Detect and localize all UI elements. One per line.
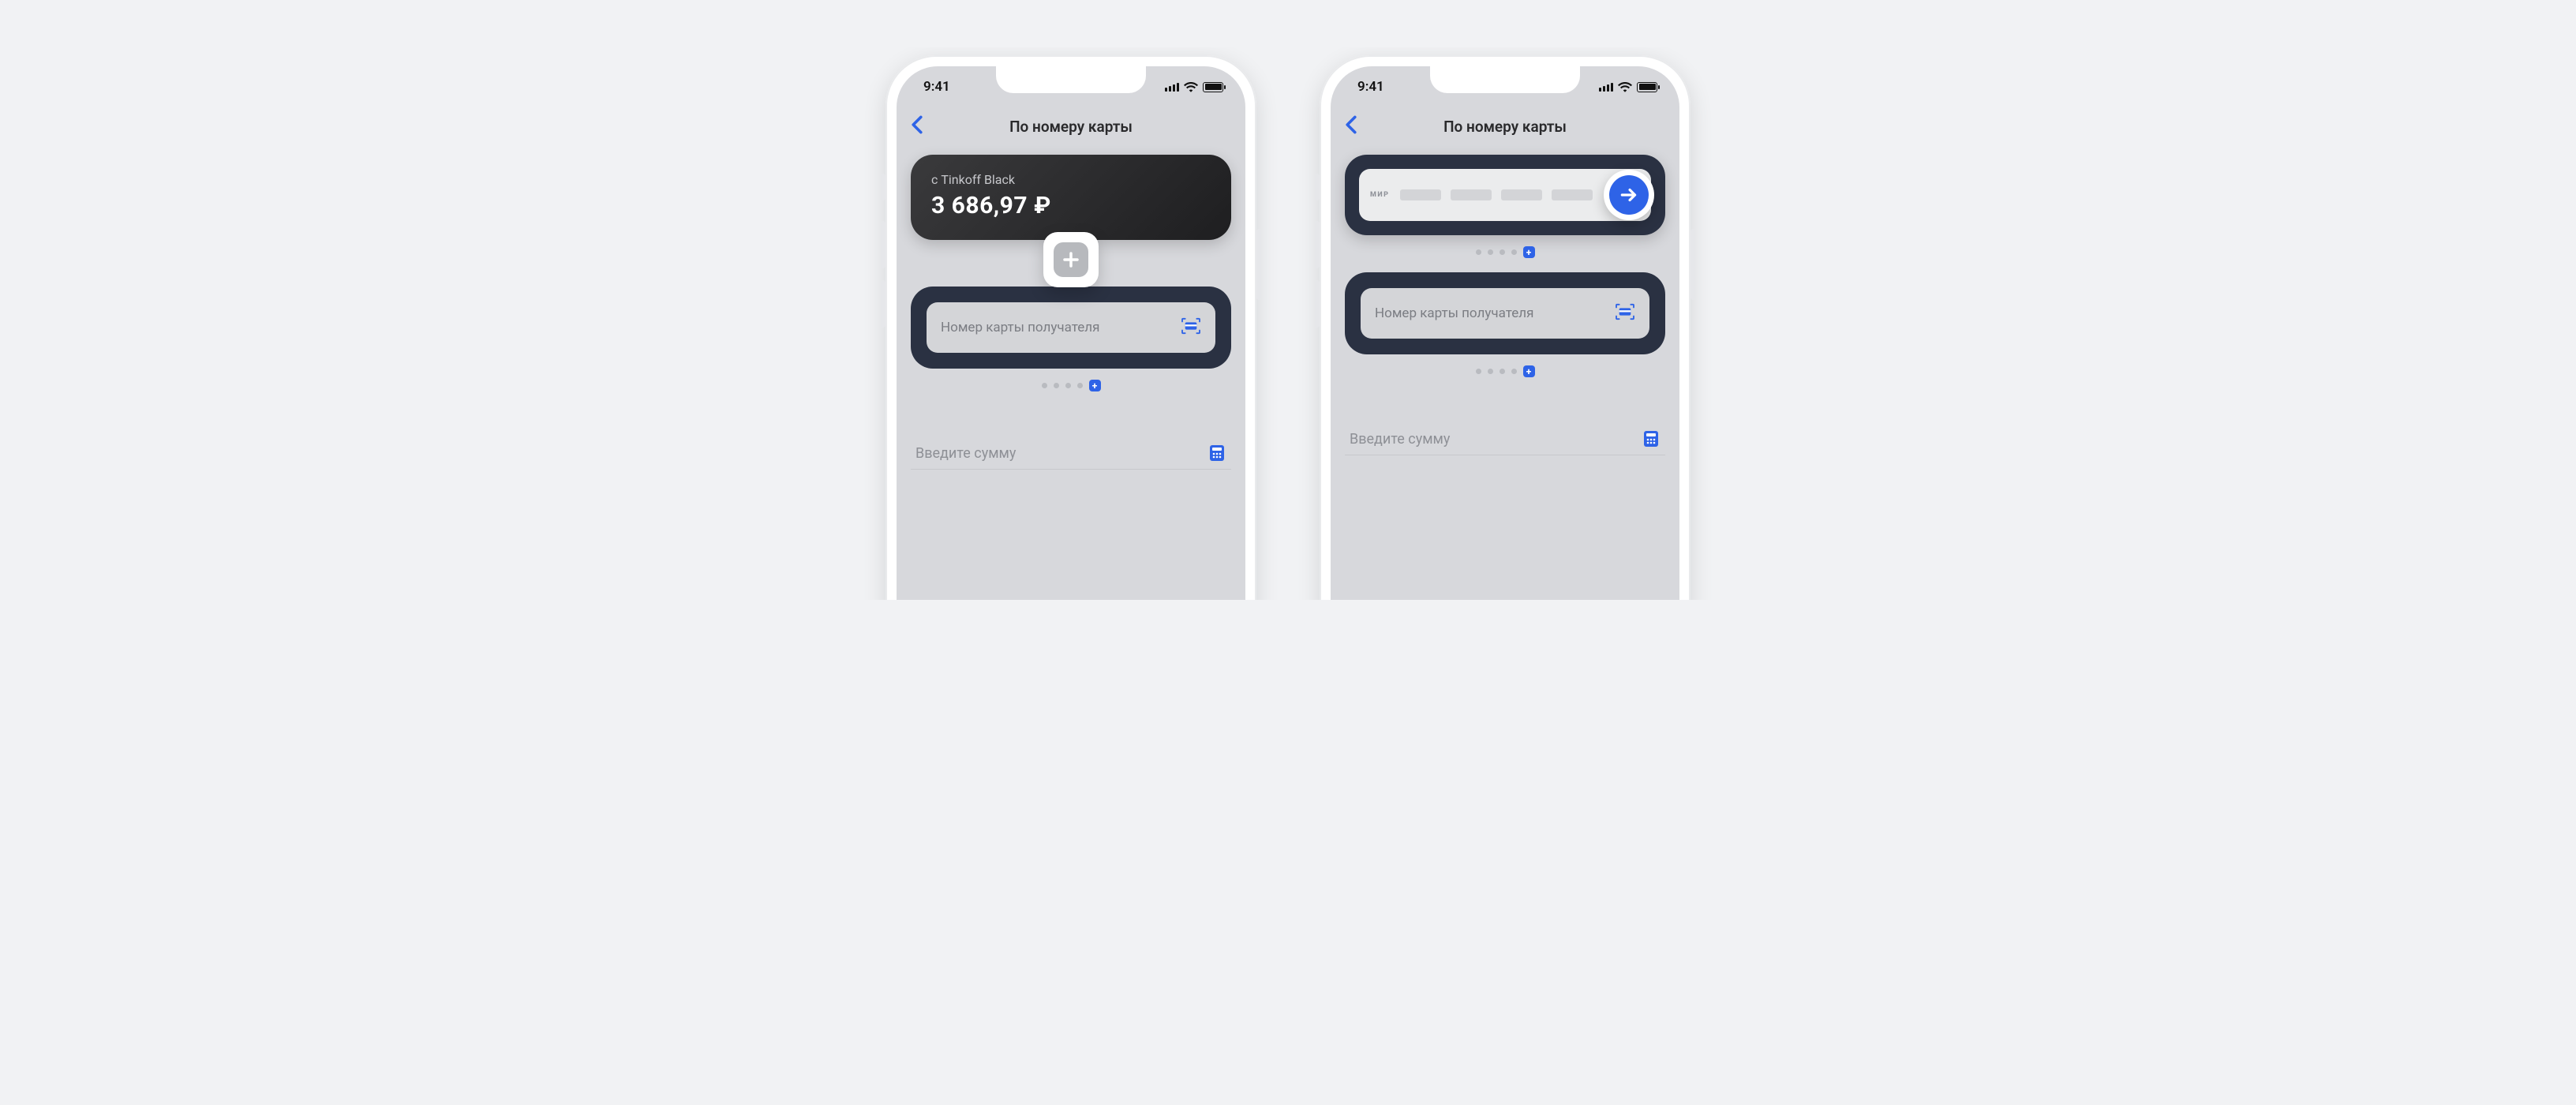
pager-dot[interactable] [1488, 249, 1493, 255]
source-pager[interactable]: + [1345, 235, 1665, 272]
destination-pager[interactable]: + [911, 369, 1231, 406]
source-card-amount: 3 686,97 ₽ [931, 192, 1211, 219]
calculator-icon[interactable] [1642, 429, 1661, 448]
pager-dot[interactable] [1054, 383, 1059, 388]
cellular-icon [1599, 82, 1613, 92]
amount-input[interactable]: Введите сумму [1345, 415, 1665, 455]
source-card-inner: МИР [1359, 169, 1651, 221]
recipient-card-placeholder: Номер карты получателя [1375, 305, 1533, 321]
source-card-label: с Tinkoff Black [931, 172, 1211, 187]
recipient-card-input[interactable]: Номер карты получателя [1361, 288, 1649, 339]
pager-dot[interactable] [1476, 369, 1481, 374]
device-notch [1430, 66, 1580, 93]
amount-placeholder: Введите сумму [1350, 431, 1450, 448]
pager-dot[interactable] [1077, 383, 1083, 388]
source-card[interactable]: с Tinkoff Black 3 686,97 ₽ [911, 155, 1231, 240]
page-title: По номеру карты [1331, 118, 1679, 136]
phone-mockup-right: 9:41 По номеру карты МИР [1320, 55, 1690, 600]
nav-header: По номеру карты [897, 107, 1245, 145]
destination-pager[interactable]: + [1345, 354, 1665, 391]
pager-dot[interactable] [1042, 383, 1047, 388]
amount-input[interactable]: Введите сумму [911, 429, 1231, 470]
source-card[interactable]: МИР [1345, 155, 1665, 235]
cellular-icon [1165, 82, 1179, 92]
wifi-icon [1618, 81, 1632, 92]
nav-header: По номеру карты [1331, 107, 1679, 145]
battery-icon [1203, 82, 1223, 92]
pager-dot[interactable] [1065, 383, 1071, 388]
amount-placeholder: Введите сумму [915, 445, 1016, 462]
add-card-button[interactable] [1043, 232, 1099, 287]
pager-add-button[interactable]: + [1089, 380, 1101, 391]
wifi-icon [1184, 81, 1198, 92]
pager-add-button[interactable]: + [1523, 365, 1535, 377]
pager-dot[interactable] [1488, 369, 1493, 374]
status-time: 9:41 [1357, 79, 1384, 95]
calculator-icon[interactable] [1208, 444, 1226, 463]
pager-dot[interactable] [1500, 369, 1505, 374]
plus-icon [1061, 250, 1080, 269]
destination-card: Номер карты получателя [1345, 272, 1665, 354]
pager-dot[interactable] [1511, 369, 1517, 374]
pager-dot[interactable] [1511, 249, 1517, 255]
recipient-card-input[interactable]: Номер карты получателя [927, 302, 1215, 353]
back-button[interactable] [911, 115, 923, 137]
scan-card-icon[interactable] [1181, 317, 1201, 339]
battery-icon [1637, 82, 1657, 92]
status-time: 9:41 [923, 79, 950, 95]
scan-card-icon[interactable] [1615, 303, 1635, 324]
device-notch [996, 66, 1146, 93]
back-button[interactable] [1345, 115, 1357, 137]
pager-add-button[interactable]: + [1523, 246, 1535, 258]
proceed-button[interactable] [1604, 170, 1654, 220]
phone-mockup-left: 9:41 По номеру карты с Tinkoff Black 3 [886, 55, 1256, 600]
pager-dot[interactable] [1476, 249, 1481, 255]
page-title: По номеру карты [897, 118, 1245, 136]
pager-dot[interactable] [1500, 249, 1505, 255]
arrow-right-icon [1619, 185, 1639, 205]
destination-card: Номер карты получателя [911, 287, 1231, 369]
recipient-card-placeholder: Номер карты получателя [941, 320, 1099, 335]
card-scheme-label: МИР [1370, 191, 1389, 199]
